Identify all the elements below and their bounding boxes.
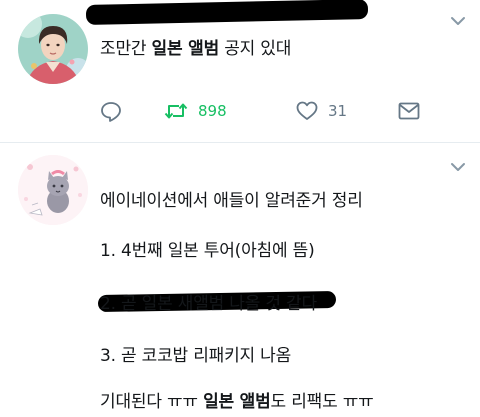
heart-icon xyxy=(296,101,318,120)
tweet-text: 조만간 일본 앨범 공지 있대 xyxy=(100,34,291,59)
avatar[interactable] xyxy=(18,14,88,84)
tweet-text-line: 기대된다 ㅠㅠ 일본 앨범도 리팩도 ㅠㅠ xyxy=(100,387,374,412)
tweet-text-part: 조만간 xyxy=(100,39,152,59)
avatar[interactable] xyxy=(18,155,88,225)
retweet-button[interactable]: 898 xyxy=(164,97,227,125)
tweet-text-line: 2. 곧 일본 새앨범 나올 것 같다 xyxy=(100,294,317,314)
chevron-down-icon[interactable] xyxy=(450,15,466,27)
message-button[interactable] xyxy=(398,97,420,125)
reply-button[interactable] xyxy=(100,97,122,125)
tweet-1: 조만간 일본 앨범 공지 있대 898 31 xyxy=(0,0,480,143)
retweet-icon xyxy=(164,103,188,119)
tweet-text-bold: 일본 앨범 xyxy=(203,392,271,412)
tweet-text-part: 공지 있대 xyxy=(219,39,292,59)
tweet-text-part: 기대된다 ㅠㅠ xyxy=(100,392,204,412)
tweet-text-line: 1. 4번째 일본 투어(아침에 뜸) xyxy=(100,241,315,261)
retweet-count: 898 xyxy=(198,102,227,120)
reply-icon xyxy=(101,102,121,122)
like-count: 31 xyxy=(328,102,348,120)
tweet-text-part: 도 리팩도 ㅠㅠ xyxy=(270,392,374,412)
tweet-text-bold: 일본 앨범 xyxy=(151,39,220,59)
tweet-2: 에이네이션에서 애들이 알려준거 정리 1. 4번째 일본 투어(아침에 뜸) … xyxy=(0,143,480,417)
redacted-username xyxy=(85,0,369,25)
like-button[interactable]: 31 xyxy=(296,97,347,125)
message-icon xyxy=(398,102,420,120)
tweet-text-line: 3. 곧 코코밥 리패키지 나옴 xyxy=(100,346,292,366)
chevron-down-icon[interactable] xyxy=(450,161,466,173)
tweet-text-line: 에이네이션에서 애들이 알려준거 정리 xyxy=(100,191,363,211)
tweet-actions: 898 31 xyxy=(100,97,430,125)
